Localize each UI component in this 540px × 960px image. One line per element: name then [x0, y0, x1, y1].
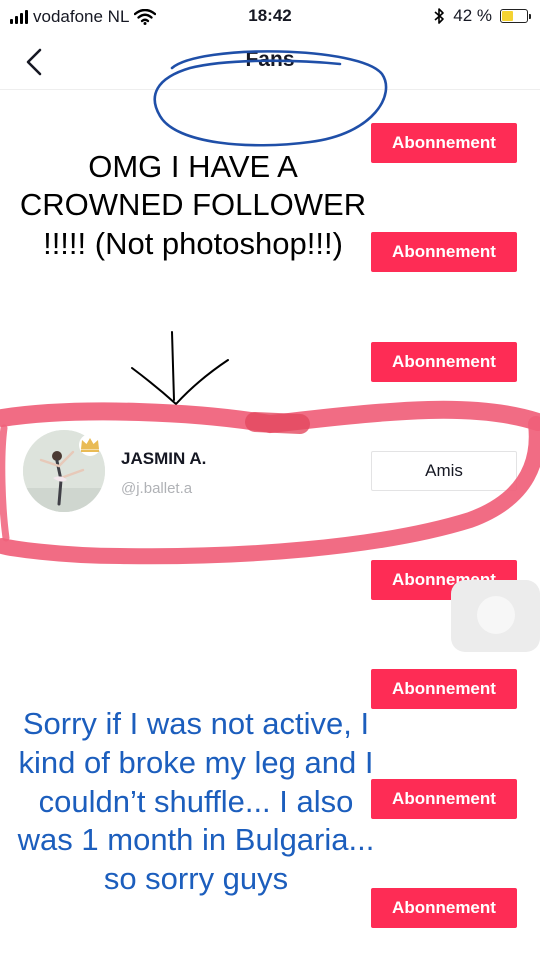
- follow-button[interactable]: Abonnement: [371, 669, 517, 709]
- overlay-caption-top: OMG I HAVE A CROWNED FOLLOWER !!!!! (Not…: [19, 149, 367, 261]
- bluetooth-icon: [434, 8, 445, 24]
- battery-icon: [500, 9, 531, 23]
- battery-percent: 42 %: [453, 6, 492, 25]
- status-bar: vodafone NL 18:42 42 %: [0, 0, 540, 34]
- arrow-down-annotation: [131, 331, 229, 406]
- highlight-annotation: [0, 400, 540, 565]
- header: Fans: [0, 34, 540, 147]
- follow-button[interactable]: Abonnement: [371, 342, 517, 382]
- follow-button[interactable]: Abonnement: [371, 888, 517, 928]
- follow-button[interactable]: Abonnement: [371, 232, 517, 272]
- follow-button[interactable]: Abonnement: [371, 779, 517, 819]
- follow-button[interactable]: Abonnement: [371, 123, 517, 163]
- overlay-caption-bottom: Sorry if I was not active, I kind of bro…: [17, 706, 375, 896]
- status-right: 42 %: [433, 6, 531, 26]
- assistive-touch-button[interactable]: [451, 580, 540, 652]
